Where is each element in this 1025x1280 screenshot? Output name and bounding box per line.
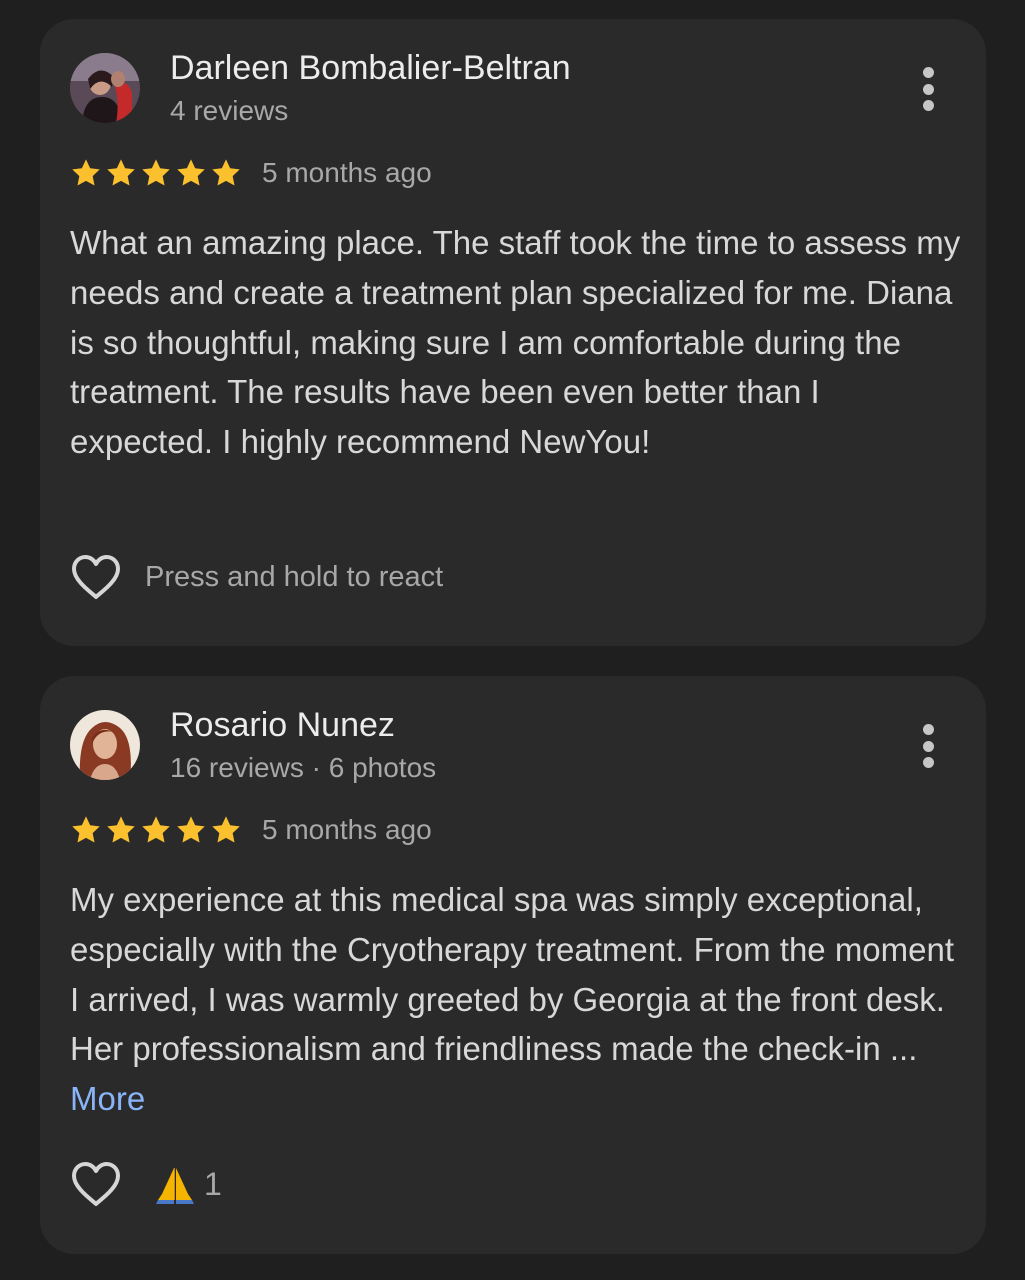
star-rating [70, 157, 242, 189]
reaction-row: Press and hold to react [70, 553, 443, 601]
review-text: What an amazing place. The staff took th… [70, 224, 961, 461]
star-icon [177, 816, 205, 843]
star-icon [212, 816, 240, 843]
reviewer-name[interactable]: Rosario Nunez [170, 706, 395, 745]
review-time: 5 months ago [262, 814, 432, 845]
reviewer-avatar[interactable] [70, 53, 140, 123]
reaction-row: 1 [70, 1160, 222, 1208]
more-vert-icon[interactable] [910, 718, 946, 774]
reviewer-stats: 16 reviews · 6 photos [170, 752, 437, 783]
rating-row: 5 months ago [70, 810, 432, 850]
reaction-count: 1 [204, 1165, 222, 1202]
rating-row: 5 months ago [70, 153, 432, 193]
heart-outline-icon[interactable] [70, 553, 122, 601]
star-icon [107, 816, 135, 843]
star-icon [212, 159, 240, 186]
folded-hands-icon [156, 1168, 194, 1204]
star-icon [142, 159, 170, 186]
reaction-chip[interactable]: 1 [154, 1164, 222, 1204]
review-card: Darleen Bombalier-Beltran 4 reviews 5 mo… [40, 19, 986, 646]
review-text-body: My experience at this medical spa was si… [70, 881, 955, 1068]
react-hint: Press and hold to react [145, 560, 444, 593]
review-card: Rosario Nunez 16 reviews · 6 photos 5 mo… [40, 676, 986, 1254]
star-icon [72, 159, 100, 186]
review-time: 5 months ago [262, 157, 432, 188]
star-icon [177, 159, 205, 186]
reviewer-name[interactable]: Darleen Bombalier-Beltran [170, 49, 571, 88]
reviewer-stats: 4 reviews [170, 95, 289, 126]
reviewer-avatar[interactable] [70, 710, 140, 780]
review-text: My experience at this medical spa was si… [70, 875, 970, 1124]
star-icon [142, 816, 170, 843]
more-vert-icon[interactable] [910, 61, 946, 117]
star-rating [70, 814, 242, 846]
heart-outline-icon[interactable] [70, 1160, 122, 1208]
star-icon [72, 816, 100, 843]
more-link[interactable]: More [70, 1080, 145, 1117]
star-icon [107, 159, 135, 186]
